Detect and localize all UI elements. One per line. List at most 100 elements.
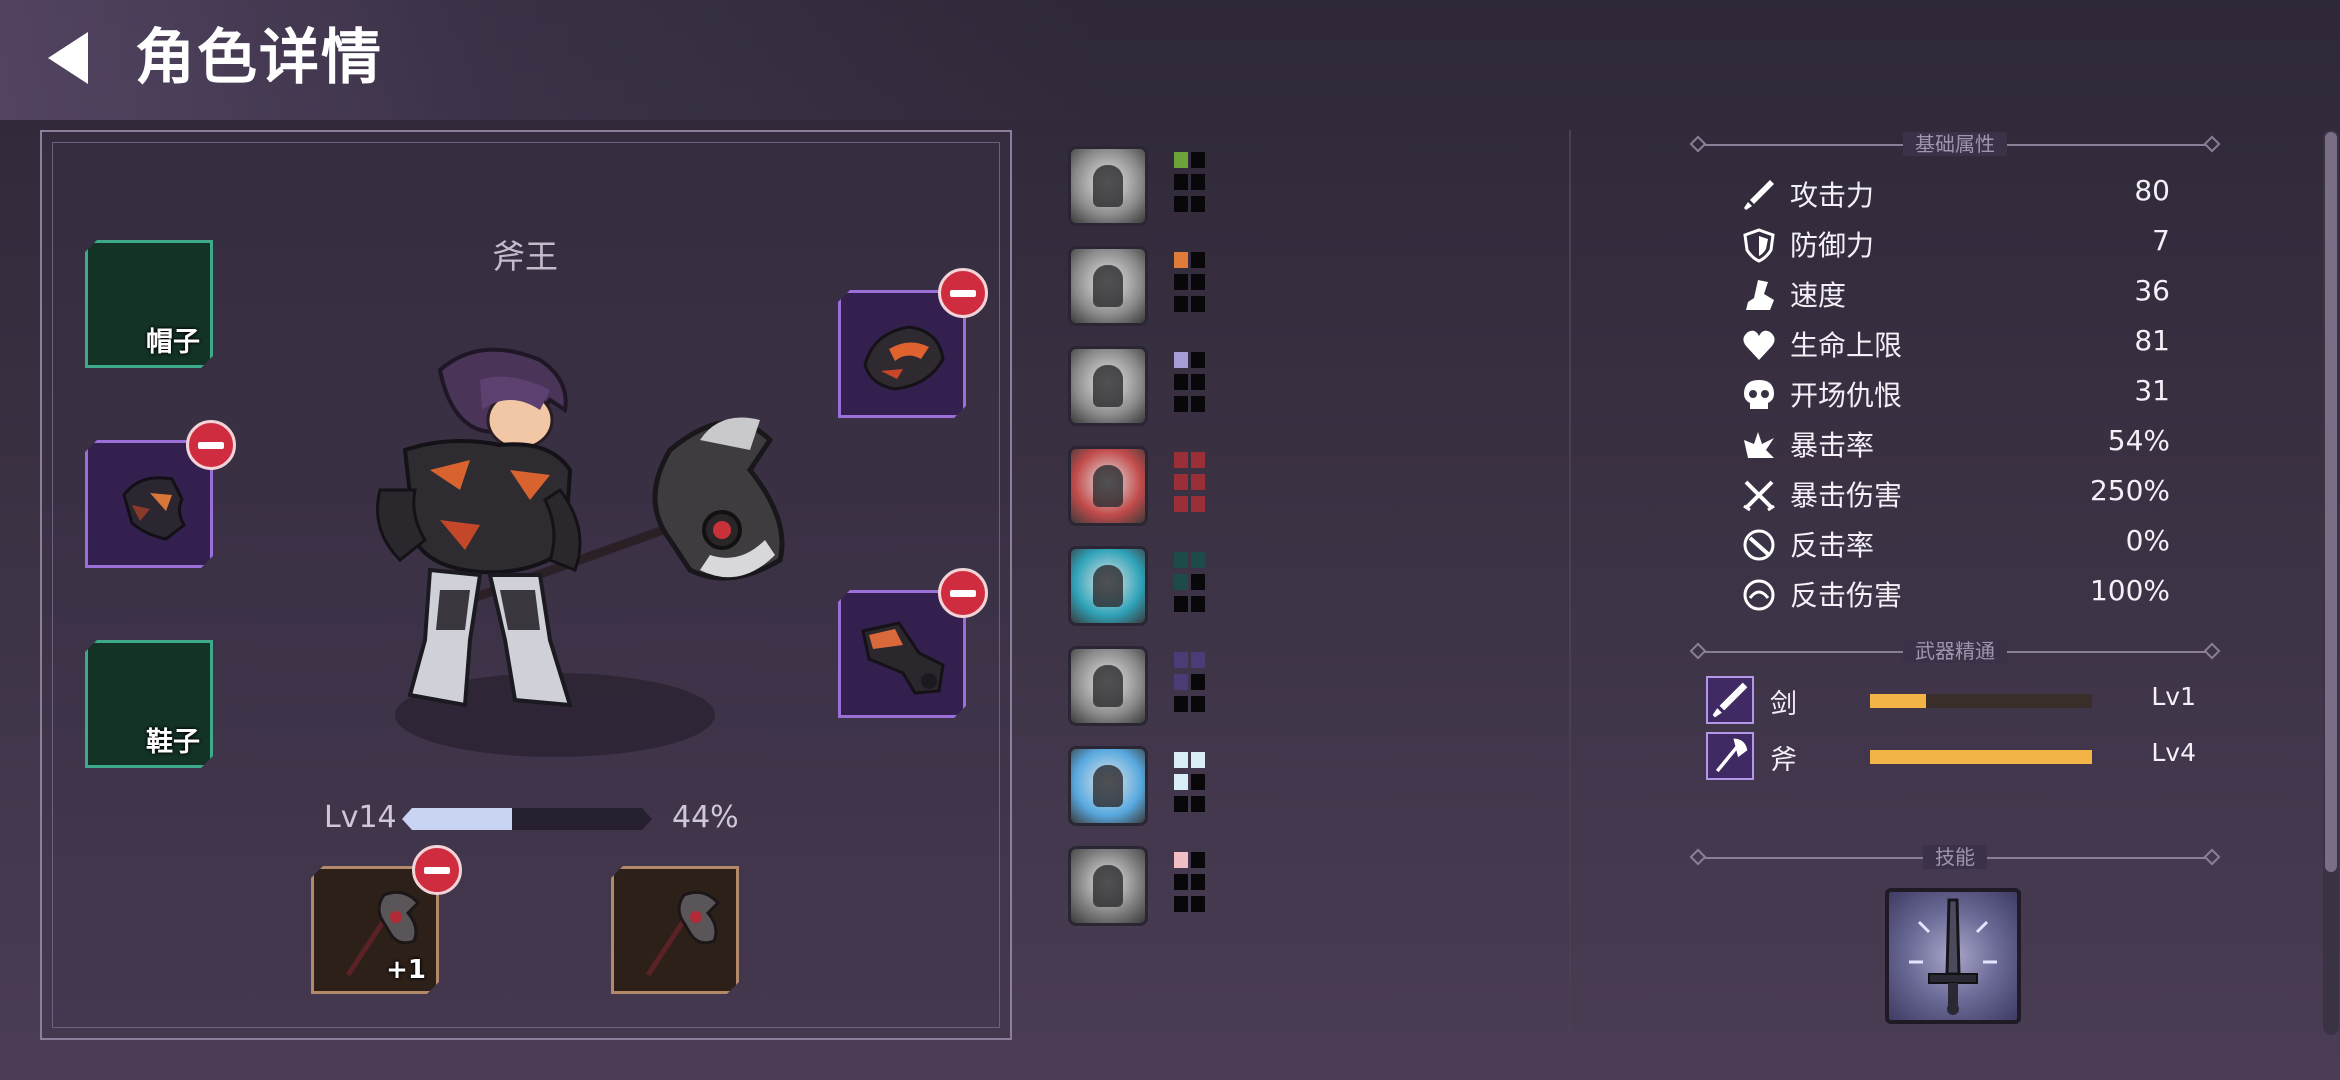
talent-slot[interactable] bbox=[1068, 246, 1148, 326]
talent-level-cell bbox=[1174, 652, 1188, 668]
helmet-remove-button[interactable] bbox=[186, 420, 236, 470]
stat-row: 暴击伤害 250% bbox=[1740, 472, 2170, 516]
talent-level-cell bbox=[1191, 552, 1205, 568]
stat-value: 7 bbox=[2152, 224, 2170, 257]
talent-level-cell bbox=[1191, 652, 1205, 668]
talent-level-cell bbox=[1174, 252, 1188, 268]
shield-icon bbox=[1743, 228, 1775, 263]
xp-bar-fill bbox=[402, 808, 512, 830]
stat-value: 36 bbox=[2134, 274, 2170, 307]
talent-level-cell bbox=[1174, 852, 1188, 868]
weapon-slot-off[interactable] bbox=[611, 866, 739, 994]
talent-level-cell bbox=[1174, 452, 1188, 468]
stat-name: 防御力 bbox=[1790, 229, 1875, 262]
sword-icon bbox=[1712, 682, 1748, 718]
scrollbar-thumb[interactable] bbox=[2325, 132, 2337, 872]
mastery-level: Lv1 bbox=[2151, 682, 2196, 711]
talent-level-cell bbox=[1191, 496, 1205, 512]
mastery-progress-fill bbox=[1870, 694, 1926, 708]
shoulder-remove-button[interactable] bbox=[938, 268, 988, 318]
talent-slot[interactable] bbox=[1068, 846, 1148, 926]
mastery-name: 斧 bbox=[1770, 745, 1797, 776]
talent-slot[interactable] bbox=[1068, 346, 1148, 426]
back-arrow-icon bbox=[48, 32, 88, 84]
stat-value: 80 bbox=[2134, 174, 2170, 207]
talent-level-cell bbox=[1191, 474, 1205, 490]
talent-level-cell bbox=[1174, 352, 1188, 368]
mastery-level: Lv4 bbox=[2151, 738, 2196, 767]
boots-slot-label: 鞋子 bbox=[146, 727, 200, 758]
heart-icon bbox=[1743, 330, 1775, 360]
character-portrait bbox=[376, 347, 785, 757]
counter-damage-icon bbox=[1743, 579, 1775, 611]
stat-row: 攻击力 80 bbox=[1740, 172, 2170, 216]
stat-value: 250% bbox=[2089, 474, 2170, 507]
weapon-main-remove-button[interactable] bbox=[412, 845, 462, 895]
rage-head-icon bbox=[1093, 465, 1123, 507]
talent-level-cell bbox=[1191, 696, 1205, 712]
mastery-name: 剑 bbox=[1770, 689, 1797, 720]
talent-level-cell bbox=[1191, 774, 1205, 790]
boots-slot[interactable]: 鞋子 bbox=[85, 640, 213, 768]
skill-slot[interactable] bbox=[1885, 888, 2021, 1024]
skills-section-header: 技能 bbox=[1689, 843, 2221, 873]
talent-level-cell bbox=[1174, 396, 1188, 412]
mastery-icon-frame bbox=[1706, 676, 1754, 724]
talent-level-cell bbox=[1174, 174, 1188, 190]
axe-icon bbox=[634, 883, 724, 983]
crossed-blades-icon bbox=[1743, 480, 1775, 512]
knight-sword-icon bbox=[1093, 265, 1123, 307]
talent-level-cell bbox=[1174, 874, 1188, 890]
talent-level-cell bbox=[1191, 296, 1205, 312]
counter-icon bbox=[1743, 529, 1775, 561]
talent-level-cell bbox=[1191, 352, 1205, 368]
stats-section-title: 基础属性 bbox=[1903, 132, 2007, 156]
skull-icon bbox=[1744, 380, 1774, 409]
stat-value: 100% bbox=[2089, 574, 2170, 607]
talent-level-cell bbox=[1174, 752, 1188, 768]
axe-silhouette-icon bbox=[1093, 665, 1123, 707]
talent-level-cell bbox=[1174, 674, 1188, 690]
talent-level-cell bbox=[1191, 852, 1205, 868]
talent-level-cell bbox=[1174, 596, 1188, 612]
talent-level-cell bbox=[1174, 474, 1188, 490]
stat-name: 暴击率 bbox=[1790, 429, 1875, 462]
mastery-progress-bar bbox=[1870, 750, 2092, 764]
back-button[interactable] bbox=[40, 28, 110, 88]
talent-level-cell bbox=[1191, 674, 1205, 690]
talent-slot[interactable] bbox=[1068, 146, 1148, 226]
crossed-swords-icon bbox=[1093, 865, 1123, 907]
talent-level-cell bbox=[1191, 374, 1205, 390]
talent-slot[interactable] bbox=[1068, 746, 1148, 826]
gauntlet-icon bbox=[859, 613, 951, 703]
hat-slot[interactable]: 帽子 bbox=[85, 240, 213, 368]
stat-name: 攻击力 bbox=[1790, 179, 1875, 212]
stat-row: 生命上限 81 bbox=[1740, 322, 2170, 366]
talent-level-cell bbox=[1174, 796, 1188, 812]
talent-level-cell bbox=[1191, 574, 1205, 590]
talent-level-cell bbox=[1191, 174, 1205, 190]
talent-slot[interactable] bbox=[1068, 446, 1148, 526]
talent-level-cell bbox=[1191, 196, 1205, 212]
xp-bar bbox=[402, 808, 652, 830]
mastery-section-title: 武器精通 bbox=[1903, 639, 2007, 663]
mastery-progress-fill bbox=[1870, 750, 2092, 764]
stat-name: 速度 bbox=[1790, 279, 1847, 312]
talent-slot[interactable] bbox=[1068, 646, 1148, 726]
cheering-figure-icon bbox=[1093, 165, 1123, 207]
stat-row: 防御力 7 bbox=[1740, 222, 2170, 266]
talent-level-cell bbox=[1191, 396, 1205, 412]
blade-strike-icon bbox=[1093, 565, 1123, 607]
talent-level-cell bbox=[1191, 452, 1205, 468]
stat-name: 生命上限 bbox=[1790, 329, 1903, 362]
stats-section-header: 基础属性 bbox=[1689, 130, 2221, 160]
stat-row: 反击伤害 100% bbox=[1740, 572, 2170, 616]
stat-value: 54% bbox=[2107, 424, 2170, 457]
talent-level-cell bbox=[1174, 296, 1188, 312]
talent-level-cell bbox=[1191, 874, 1205, 890]
glowing-sword-icon bbox=[1909, 898, 1997, 1015]
talent-level-cell bbox=[1174, 896, 1188, 912]
gauntlet-remove-button[interactable] bbox=[938, 568, 988, 618]
talent-slot[interactable] bbox=[1068, 546, 1148, 626]
stat-name: 开场仇恨 bbox=[1790, 379, 1903, 412]
